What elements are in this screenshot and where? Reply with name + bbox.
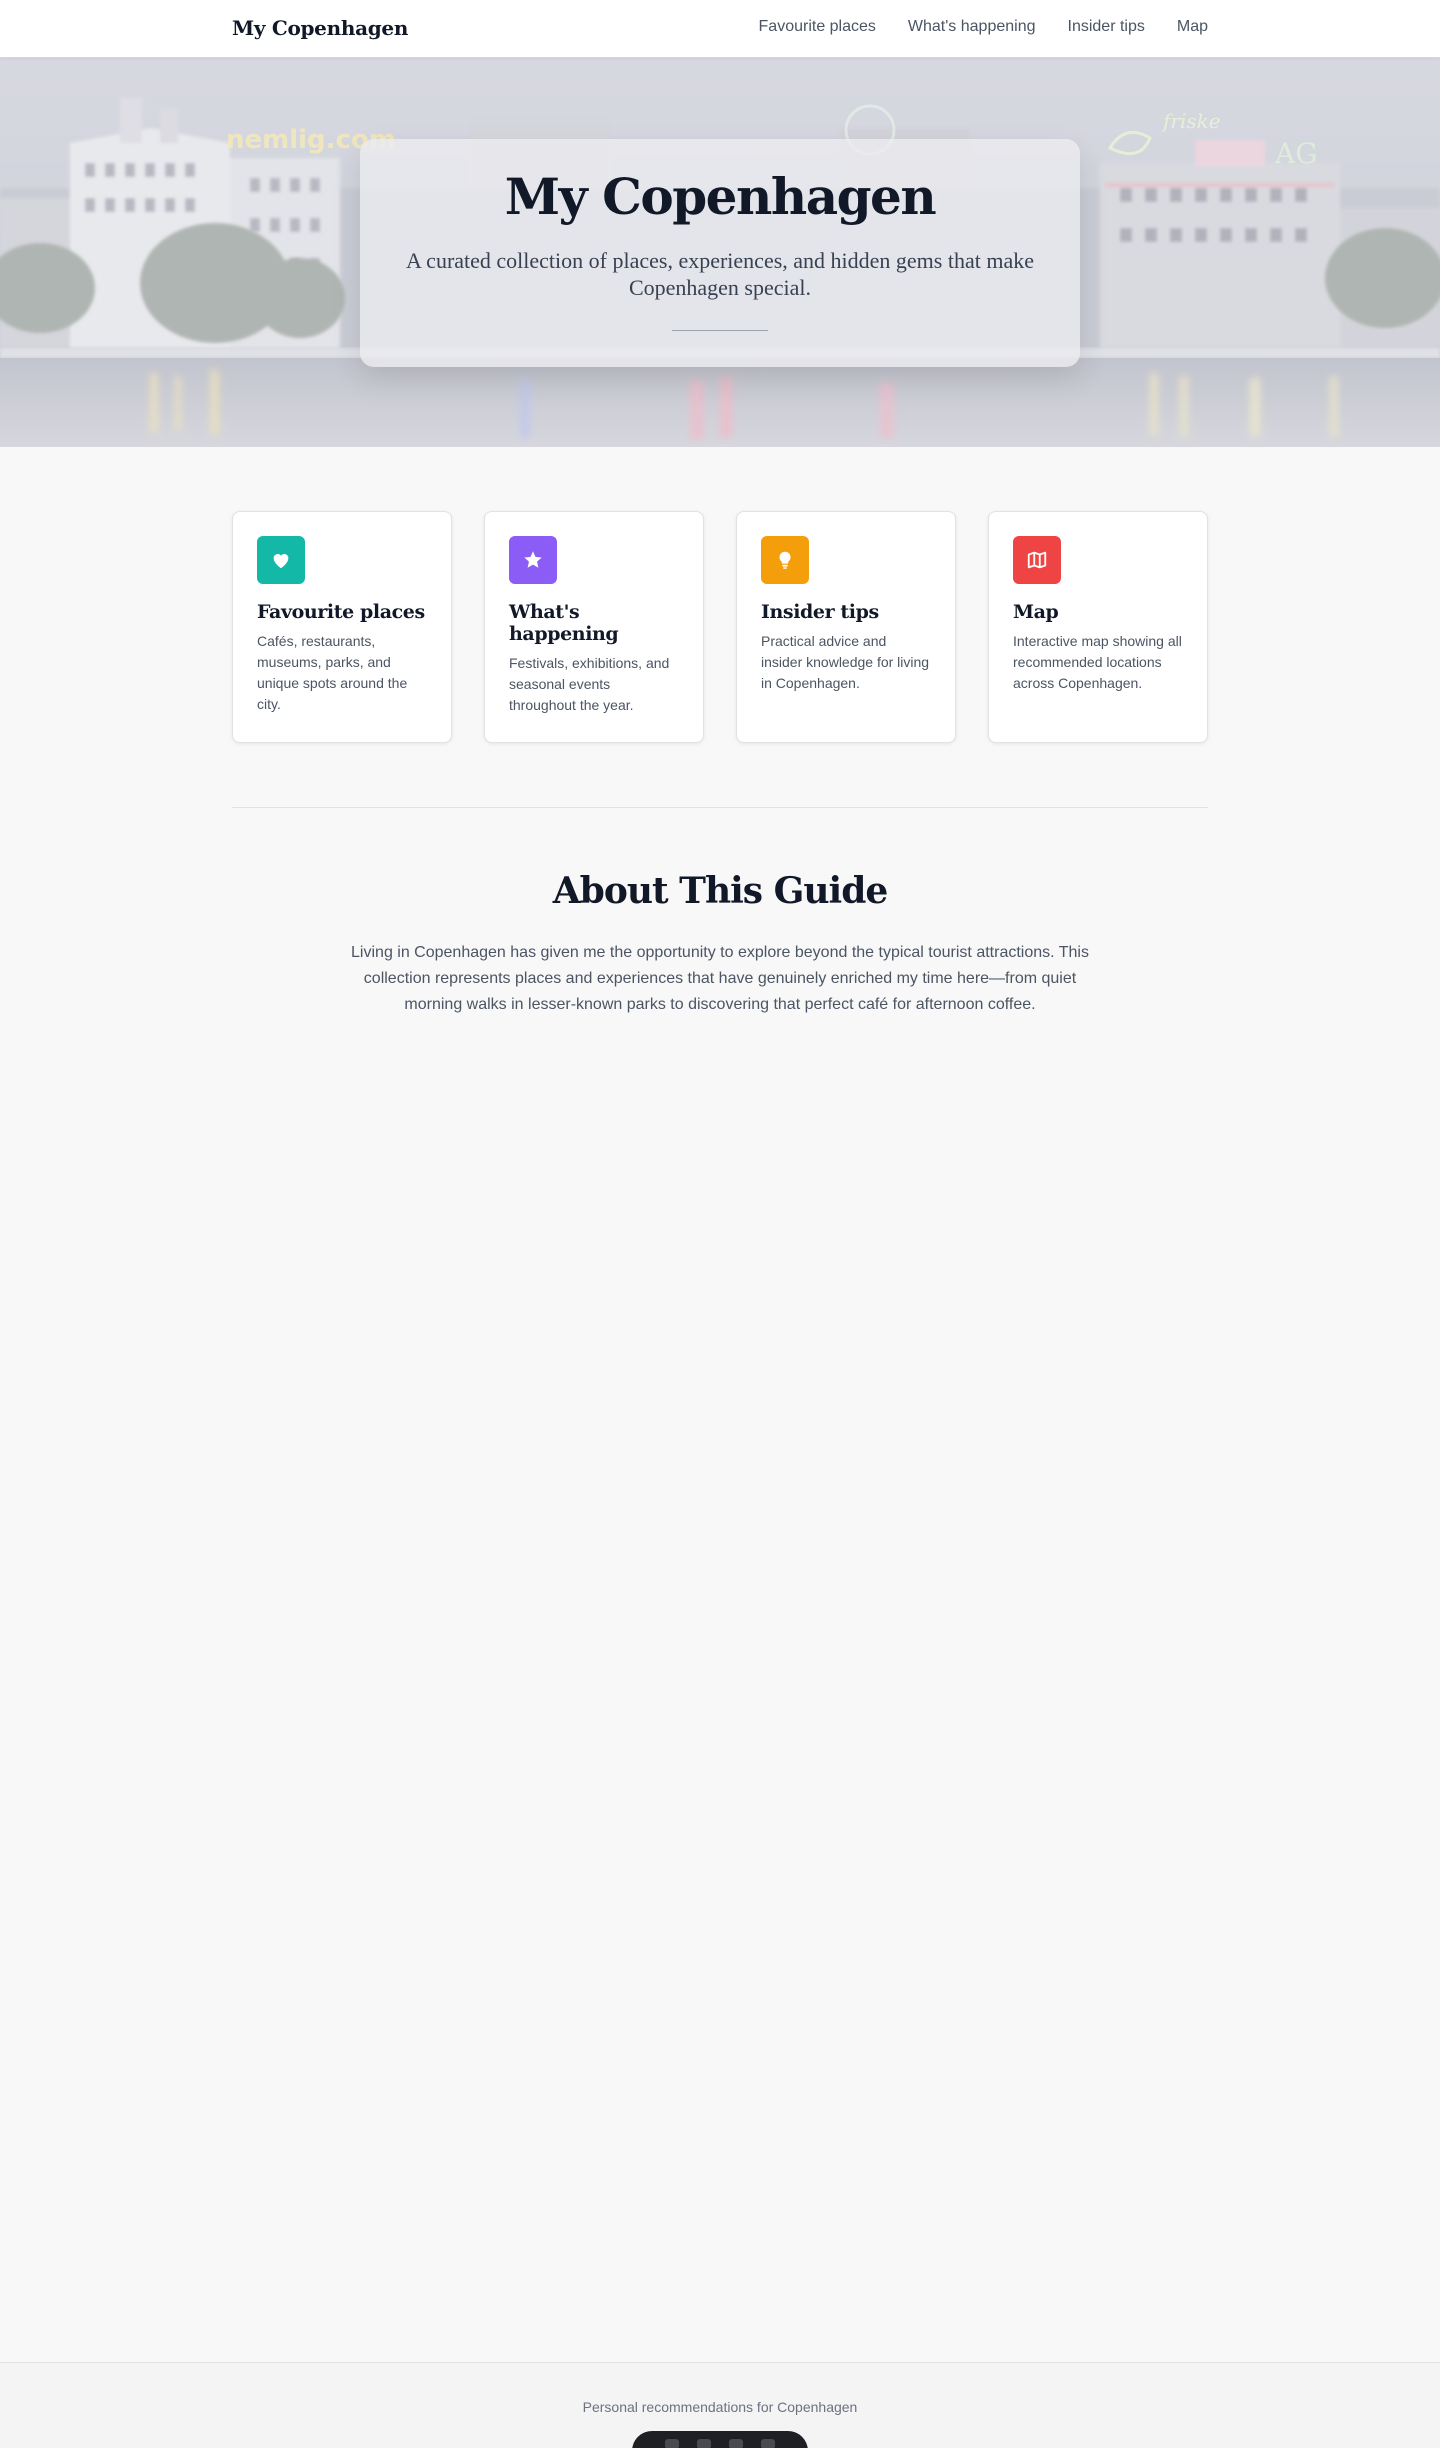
card-description: Interactive map showing all recommended … [1013,633,1182,691]
toolbar-icon[interactable] [761,2439,775,2448]
hero-title: My Copenhagen [504,167,937,226]
footer: Personal recommendations for Copenhagen [0,2362,1440,2448]
card-description: Cafés, restaurants, museums, parks, and … [257,633,408,712]
nav-link-map[interactable]: Map [1177,18,1208,36]
card-map[interactable]: Map Interactive map showing all recommen… [988,511,1208,743]
hero-divider [672,330,768,331]
card-title: Favourite places [257,601,425,623]
card-title: What's happening [509,601,619,645]
nav-link-insider-tips[interactable]: Insider tips [1068,18,1145,36]
nav-link-favourite-places[interactable]: Favourite places [759,18,876,36]
card-favourite-places[interactable]: Favourite places Cafés, restaurants, mus… [232,511,452,743]
about-title: About This Guide [552,870,889,912]
card-insider-tips[interactable]: Insider tips Practical advice and inside… [736,511,956,743]
hero-section: nemlig.com friske AG My Copenhagen A cur… [0,58,1440,447]
lightbulb-icon [761,536,809,584]
nav-links: Favourite places What's happening Inside… [759,18,1208,36]
footer-text: Personal recommendations for Copenhagen [582,2399,858,2415]
toolbar-icon[interactable] [665,2439,679,2448]
card-description: Practical advice and insider knowledge f… [761,633,930,691]
card-title: Map [1013,601,1059,623]
site-brand[interactable]: My Copenhagen [232,16,408,40]
toolbar-icon[interactable] [697,2439,711,2448]
footer-toolbar[interactable] [632,2431,808,2448]
card-title: Insider tips [761,601,879,623]
nav-link-whats-happening[interactable]: What's happening [908,18,1036,36]
card-description: Festivals, exhibitions, and seasonal eve… [509,655,670,713]
section-divider [232,807,1208,808]
about-text: Living in Copenhagen has given me the op… [351,944,1089,1013]
heart-icon [257,536,305,584]
hero-card: My Copenhagen A curated collection of pl… [360,139,1080,367]
card-whats-happening[interactable]: What's happening Festivals, exhibitions,… [484,511,704,743]
top-navbar: My Copenhagen Favourite places What's ha… [0,0,1440,58]
star-icon [509,536,557,584]
hero-subtitle: A curated collection of places, experien… [406,248,1034,300]
feature-cards: Favourite places Cafés, restaurants, mus… [232,511,1208,743]
toolbar-icon[interactable] [729,2439,743,2448]
map-icon [1013,536,1061,584]
